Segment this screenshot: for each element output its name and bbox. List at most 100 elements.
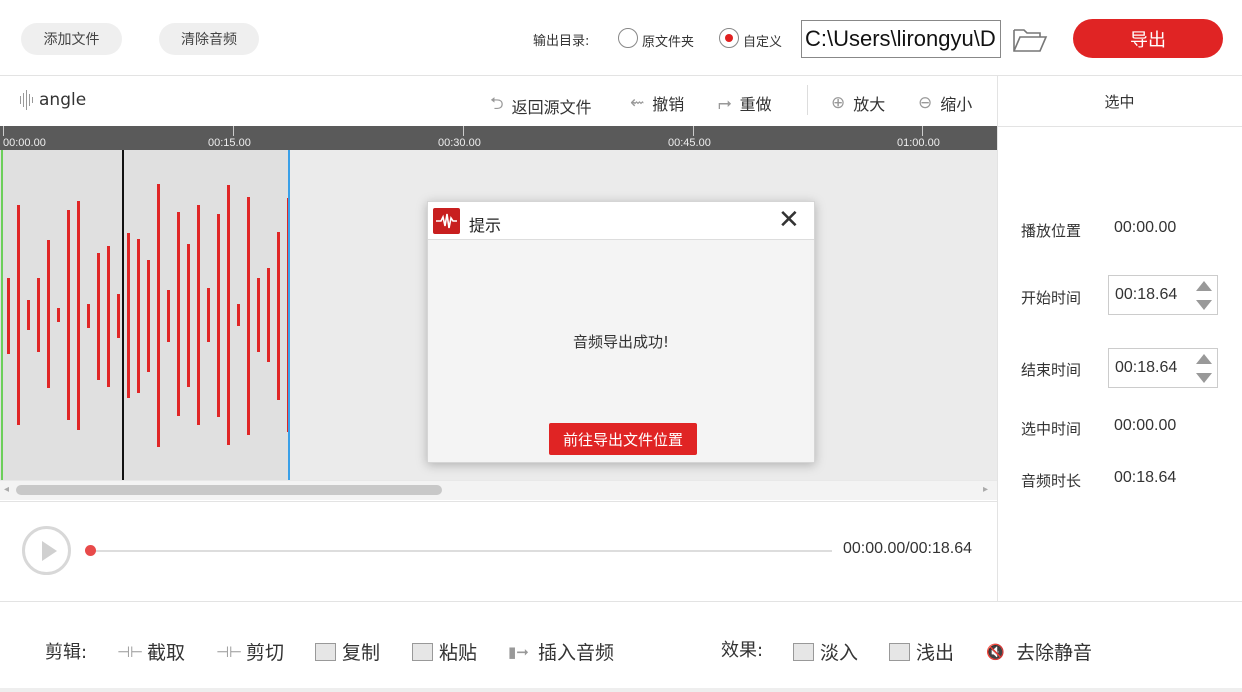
output-path-input[interactable]: C:\Users\lirongyu\D xyxy=(801,20,1001,58)
waveform-icon xyxy=(20,90,33,110)
increment-icon[interactable] xyxy=(1196,281,1212,291)
trim-button[interactable]: ⊣⊢ 截取 xyxy=(117,638,185,665)
selection-panel xyxy=(997,76,1242,601)
remove-silence-label: 去除静音 xyxy=(1016,642,1093,664)
redo-icon: ⮣ xyxy=(718,93,732,113)
decrement-icon[interactable] xyxy=(1196,373,1212,383)
waveform-bar xyxy=(197,205,200,425)
start-time-stepper[interactable]: 00:18.64 xyxy=(1108,275,1218,315)
waveform-bar xyxy=(257,278,260,352)
ruler-tick xyxy=(693,126,694,136)
waveform-bar xyxy=(147,260,150,372)
waveform-bar xyxy=(107,246,110,387)
start-time-value[interactable]: 00:18.64 xyxy=(1115,286,1177,304)
scroll-right-icon[interactable]: ▸ xyxy=(983,484,988,495)
waveform-bar xyxy=(17,205,20,425)
radio-custom-folder-label: 自定义 xyxy=(743,35,783,50)
fade-in-icon xyxy=(793,642,814,661)
zoom-in-button[interactable]: ⊕ 放大 xyxy=(831,91,885,115)
waveform-bar xyxy=(167,290,170,342)
waveform-bar xyxy=(137,239,140,393)
ruler-tick-label: 00:15.00 xyxy=(208,137,251,149)
window-bottom-edge xyxy=(0,688,1242,692)
play-position-label: 播放位置 xyxy=(1021,222,1082,240)
waveform-bar xyxy=(187,244,190,387)
end-time-label: 结束时间 xyxy=(1021,361,1082,379)
cut-icon: ⊣⊢ xyxy=(216,642,243,661)
ruler-tick xyxy=(922,126,923,136)
paste-button[interactable]: 粘贴 xyxy=(412,638,477,665)
fade-out-button[interactable]: 浅出 xyxy=(889,638,954,665)
dialog-header: 提示 ✕ xyxy=(428,202,814,240)
revert-button[interactable]: ⮌ 返回源文件 xyxy=(490,91,592,120)
playback-time: 00:00.00/00:18.64 xyxy=(843,540,973,557)
waveform-bar xyxy=(27,300,30,330)
waveform-bar xyxy=(127,233,130,398)
fade-out-icon xyxy=(889,642,910,661)
insert-audio-label: 插入音频 xyxy=(538,642,615,664)
clear-audio-button[interactable]: 清除音频 xyxy=(159,23,259,55)
duration-label: 音频时长 xyxy=(1021,472,1082,490)
redo-button[interactable]: ⮣ 重做 xyxy=(718,91,772,115)
ruler-tick xyxy=(3,126,4,136)
waveform-bar xyxy=(157,184,160,447)
paste-icon xyxy=(412,642,433,661)
copy-button[interactable]: 复制 xyxy=(315,638,380,665)
timeline-ruler[interactable]: 00:00.00 00:15.00 00:30.00 00:45.00 01:0… xyxy=(0,126,997,150)
zoom-out-button[interactable]: ⊖ 缩小 xyxy=(918,91,972,115)
add-file-button[interactable]: 添加文件 xyxy=(21,23,122,55)
remove-silence-button[interactable]: 🔇 去除静音 xyxy=(986,638,1092,665)
waveform-bar xyxy=(57,308,60,322)
open-export-location-button[interactable]: 前往导出文件位置 xyxy=(549,423,697,455)
playback-knob[interactable] xyxy=(85,545,96,556)
selection-start-marker[interactable] xyxy=(1,150,3,480)
close-icon[interactable]: ✕ xyxy=(778,206,800,234)
folder-open-icon[interactable] xyxy=(1012,26,1048,54)
waveform-bar xyxy=(227,185,230,445)
waveform-bar xyxy=(77,201,80,430)
ruler-tick-label: 00:45.00 xyxy=(668,137,711,149)
ruler-tick-label: 00:30.00 xyxy=(438,137,481,149)
play-button[interactable] xyxy=(22,526,71,575)
play-position-value: 00:00.00 xyxy=(1114,219,1177,236)
return-icon: ⮌ xyxy=(490,94,504,114)
dialog-message: 音频导出成功! xyxy=(572,333,669,351)
selection-end-marker[interactable] xyxy=(288,150,290,480)
file-name-label: angle xyxy=(39,90,87,110)
waveform-bar xyxy=(277,232,280,400)
ruler-tick-label: 00:00.00 xyxy=(3,137,46,149)
scroll-left-icon[interactable]: ◂ xyxy=(4,484,9,495)
waveform-bar xyxy=(7,278,10,354)
radio-source-folder[interactable] xyxy=(618,28,638,48)
insert-audio-icon: ▮➞ xyxy=(508,642,529,661)
end-time-stepper[interactable]: 00:18.64 xyxy=(1108,348,1218,388)
file-name-tab[interactable]: angle xyxy=(20,90,86,110)
scrollbar-thumb[interactable] xyxy=(16,485,442,495)
radio-custom-folder[interactable] xyxy=(719,28,739,48)
export-button[interactable]: 导出 xyxy=(1073,19,1223,58)
cut-button[interactable]: ⊣⊢ 剪切 xyxy=(216,638,284,665)
app-logo-icon xyxy=(433,208,460,234)
start-time-label: 开始时间 xyxy=(1021,289,1082,307)
mute-icon: 🔇 xyxy=(986,642,1005,661)
playback-track[interactable] xyxy=(90,550,832,552)
zoom-out-icon: ⊖ xyxy=(918,93,933,113)
waveform-bar xyxy=(237,304,240,326)
playhead[interactable] xyxy=(122,150,124,480)
ruler-tick xyxy=(233,126,234,136)
redo-label: 重做 xyxy=(739,95,772,114)
fade-in-button[interactable]: 淡入 xyxy=(793,638,858,665)
ruler-tick-label: 01:00.00 xyxy=(897,137,940,149)
increment-icon[interactable] xyxy=(1196,354,1212,364)
end-time-value[interactable]: 00:18.64 xyxy=(1115,359,1177,377)
undo-icon: ⇜ xyxy=(630,93,645,113)
waveform-bar xyxy=(87,304,90,328)
zoom-in-icon: ⊕ xyxy=(831,93,846,113)
undo-label: 撤销 xyxy=(652,95,685,114)
selection-panel-header: 选中 xyxy=(997,76,1242,127)
export-success-dialog: 提示 ✕ 音频导出成功! 前往导出文件位置 xyxy=(427,201,815,463)
ruler-tick xyxy=(463,126,464,136)
undo-button[interactable]: ⇜ 撤销 xyxy=(630,91,684,115)
insert-audio-button[interactable]: ▮➞ 插入音频 xyxy=(508,638,614,665)
decrement-icon[interactable] xyxy=(1196,300,1212,310)
